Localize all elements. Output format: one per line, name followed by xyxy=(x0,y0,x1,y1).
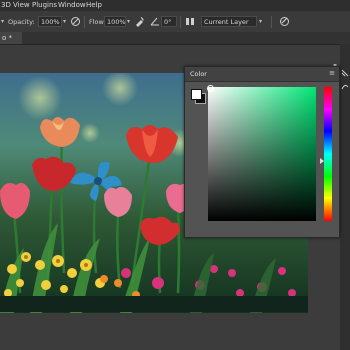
sample-dropdown[interactable]: Current Layer xyxy=(201,16,257,27)
pressure-opacity-icon[interactable] xyxy=(70,16,81,27)
color-field[interactable] xyxy=(208,87,316,221)
chevron-down-icon[interactable]: ▾ xyxy=(127,18,130,25)
menu-help[interactable]: Help xyxy=(86,0,102,11)
foreground-color-swatch[interactable] xyxy=(191,89,202,100)
document-tab-bar: o * xyxy=(0,32,350,45)
menu-view[interactable]: View xyxy=(13,0,30,11)
color-panel-header[interactable]: Color ≡ xyxy=(185,67,339,82)
hue-slider[interactable] xyxy=(324,87,332,221)
panel-collapse-icon[interactable] xyxy=(341,62,349,77)
opacity-label: Opacity: xyxy=(8,18,35,26)
document-tab[interactable]: o * xyxy=(0,32,22,44)
divider xyxy=(271,16,272,28)
color-panel-title: Color xyxy=(190,70,207,78)
options-bar: ▾ Opacity: 100% ▾ Flow: 100% ▾ 0° Curren… xyxy=(0,11,350,33)
menu-window[interactable]: Window xyxy=(58,0,86,11)
chevron-down-icon[interactable]: ▾ xyxy=(259,18,262,25)
color-panel: Color ≡ xyxy=(184,66,340,238)
chevron-down-icon[interactable]: ▾ xyxy=(63,18,66,25)
flow-field[interactable]: 100% xyxy=(104,16,126,27)
menu-3d[interactable]: 3D xyxy=(1,0,11,11)
divider xyxy=(180,16,181,28)
angle-field[interactable]: 0° xyxy=(161,16,177,27)
menu-bar: 3D View Plugins Window Help xyxy=(0,0,350,11)
divider xyxy=(84,16,85,28)
angle-icon[interactable] xyxy=(150,16,161,27)
panel-menu-icon[interactable]: ≡ xyxy=(329,69,335,77)
hue-slider-marker[interactable] xyxy=(320,158,324,164)
menu-plugins[interactable]: Plugins xyxy=(32,0,57,11)
sample-all-layers-icon[interactable] xyxy=(185,16,196,27)
airbrush-icon[interactable] xyxy=(134,16,145,27)
opacity-field[interactable]: 100% xyxy=(38,16,62,27)
history-icon[interactable] xyxy=(341,76,349,90)
chevron-down-icon[interactable]: ▾ xyxy=(1,18,4,25)
canvas-bottom-strip xyxy=(0,296,308,312)
pressure-size-icon[interactable] xyxy=(279,16,290,27)
color-picker-handle[interactable] xyxy=(207,85,214,92)
right-toolbar xyxy=(340,44,350,350)
